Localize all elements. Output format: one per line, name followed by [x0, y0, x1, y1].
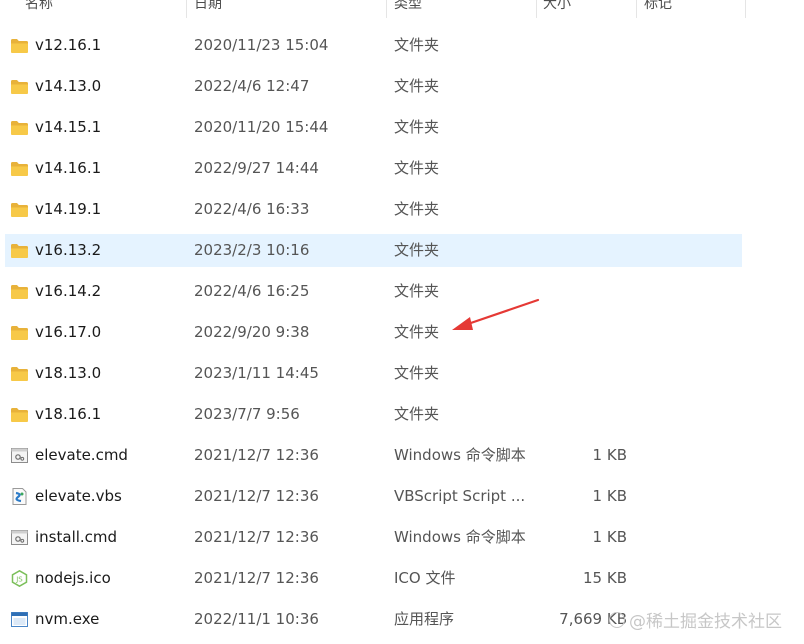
file-type: Windows 命令脚本	[394, 528, 526, 546]
file-date: 2021/12/7 12:36	[194, 446, 319, 464]
column-divider[interactable]	[636, 0, 637, 18]
folder-icon	[10, 406, 29, 423]
column-header-bar: 名称 日期 类型 大小 标记	[0, 0, 804, 18]
file-name: v12.16.1	[35, 36, 102, 54]
file-date: 2023/2/3 10:16	[194, 241, 310, 259]
file-date: 2022/11/1 10:36	[194, 610, 319, 628]
file-date: 2023/1/11 14:45	[194, 364, 319, 382]
folder-icon	[10, 119, 29, 136]
file-type: 应用程序	[394, 610, 455, 628]
column-divider[interactable]	[745, 0, 746, 18]
file-type: 文件夹	[394, 200, 440, 218]
file-name: v16.14.2	[35, 282, 102, 300]
file-row[interactable]: v14.15.1 2020/11/20 15:44 文件夹	[5, 111, 742, 144]
folder-icon	[10, 78, 29, 95]
file-type: 文件夹	[394, 282, 440, 300]
file-row[interactable]: v18.16.1 2023/7/7 9:56 文件夹	[5, 398, 742, 431]
file-type: 文件夹	[394, 159, 440, 177]
file-date: 2020/11/23 15:04	[194, 36, 329, 54]
exe-file-icon	[10, 611, 29, 628]
file-date: 2020/11/20 15:44	[194, 118, 329, 136]
cmd-file-icon	[10, 447, 29, 464]
file-row[interactable]: v14.16.1 2022/9/27 14:44 文件夹	[5, 152, 742, 185]
file-row[interactable]: elevate.vbs 2021/12/7 12:36 VBScript Scrip…	[5, 480, 742, 513]
file-date: 2022/4/6 12:47	[194, 77, 310, 95]
svg-text:JS: JS	[15, 576, 23, 584]
file-date: 2022/4/6 16:33	[194, 200, 310, 218]
red-arrow-annotation	[452, 298, 540, 330]
file-name: v18.13.0	[35, 364, 102, 382]
folder-icon	[10, 37, 29, 54]
file-row[interactable]: install.cmd 2021/12/7 12:36 Windows 命令脚本 1 …	[5, 521, 742, 554]
file-row[interactable]: v16.17.0 2022/9/20 9:38 文件夹	[5, 316, 742, 349]
file-name: nvm.exe	[35, 610, 100, 628]
watermark-text: @稀土掘金技术社区	[629, 612, 782, 632]
file-name: elevate.vbs	[35, 487, 122, 505]
file-row[interactable]: v16.14.2 2022/4/6 16:25 文件夹	[5, 275, 742, 308]
folder-icon	[10, 201, 29, 218]
file-date: 2021/12/7 12:36	[194, 569, 319, 587]
file-size: 1 KB	[592, 528, 627, 546]
watermark: @稀土掘金技术社区	[609, 607, 782, 632]
file-size: 1 KB	[592, 487, 627, 505]
file-type: 文件夹	[394, 118, 440, 136]
file-name: elevate.cmd	[35, 446, 128, 464]
file-type: VBScript Script ...	[394, 487, 526, 505]
column-divider[interactable]	[186, 0, 187, 18]
folder-icon	[10, 242, 29, 259]
column-header-size[interactable]: 大小	[543, 0, 571, 13]
file-row[interactable]: v14.19.1 2022/4/6 16:33 文件夹	[5, 193, 742, 226]
file-row[interactable]: v18.13.0 2023/1/11 14:45 文件夹	[5, 357, 742, 390]
juejin-logo-icon	[609, 612, 625, 628]
file-row[interactable]: elevate.cmd 2021/12/7 12:36 Windows 命令脚本 1 …	[5, 439, 742, 472]
file-type: 文件夹	[394, 364, 440, 382]
file-type: 文件夹	[394, 241, 440, 259]
column-divider[interactable]	[386, 0, 387, 18]
file-row[interactable]: v12.16.1 2020/11/23 15:04 文件夹	[5, 29, 742, 62]
file-size: 1 KB	[592, 446, 627, 464]
file-type: 文件夹	[394, 77, 440, 95]
file-name: v18.16.1	[35, 405, 102, 423]
file-size: 15 KB	[583, 569, 627, 587]
file-name: v14.19.1	[35, 200, 102, 218]
file-type: 文件夹	[394, 36, 440, 54]
file-name: v14.15.1	[35, 118, 102, 136]
file-name: nodejs.ico	[35, 569, 111, 587]
folder-icon	[10, 283, 29, 300]
column-header-type[interactable]: 类型	[394, 0, 422, 13]
file-date: 2022/9/27 14:44	[194, 159, 319, 177]
file-date: 2021/12/7 12:36	[194, 528, 319, 546]
cmd-file-icon	[10, 529, 29, 546]
nodejs-icon: JS	[10, 569, 29, 588]
file-name: v16.13.2	[35, 241, 102, 259]
file-name: v14.13.0	[35, 77, 102, 95]
file-date: 2021/12/7 12:36	[194, 487, 319, 505]
file-row[interactable]: v16.13.2 2023/2/3 10:16 文件夹	[5, 234, 742, 267]
file-date: 2023/7/7 9:56	[194, 405, 300, 423]
folder-icon	[10, 365, 29, 382]
file-type: 文件夹	[394, 405, 440, 423]
file-type: Windows 命令脚本	[394, 446, 526, 464]
file-date: 2022/9/20 9:38	[194, 323, 310, 341]
column-header-date[interactable]: 日期	[194, 0, 222, 13]
column-divider[interactable]	[536, 0, 537, 18]
vbs-file-icon	[10, 488, 29, 505]
column-header-name[interactable]: 名称	[25, 0, 53, 13]
file-type: ICO 文件	[394, 569, 456, 587]
file-name: install.cmd	[35, 528, 118, 546]
file-name: v16.17.0	[35, 323, 102, 341]
file-date: 2022/4/6 16:25	[194, 282, 310, 300]
file-name: v14.16.1	[35, 159, 102, 177]
file-type: 文件夹	[394, 323, 440, 341]
folder-icon	[10, 160, 29, 177]
file-row[interactable]: v14.13.0 2022/4/6 12:47 文件夹	[5, 70, 742, 103]
column-header-tags[interactable]: 标记	[644, 0, 672, 13]
folder-icon	[10, 324, 29, 341]
file-row[interactable]: JS nodejs.ico 2021/12/7 12:36 ICO 文件 15 KB	[5, 562, 742, 595]
